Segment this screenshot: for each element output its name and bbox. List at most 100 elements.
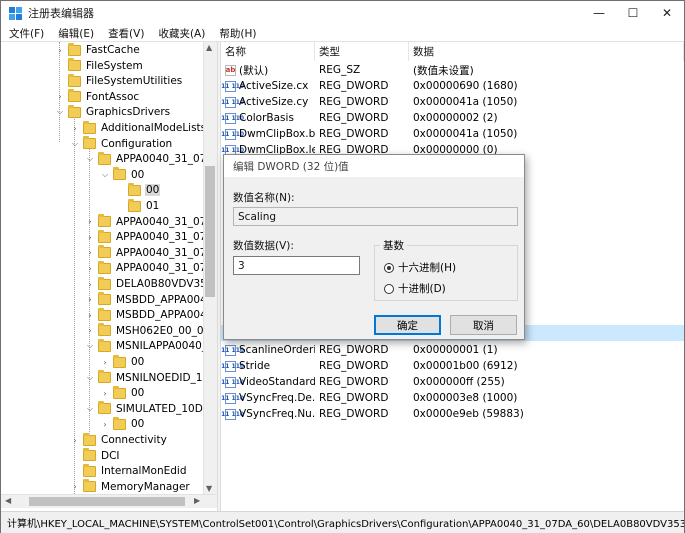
chevron-down-icon[interactable]: ⌵ (70, 138, 80, 150)
folder-icon (68, 73, 81, 87)
chevron-down-icon[interactable]: ⌵ (85, 340, 95, 352)
chevron-right-icon[interactable]: › (55, 44, 65, 56)
value-row[interactable]: 011 110VideoStandard REG_DWORD 0x000000ff … (221, 374, 684, 390)
folder-icon (83, 463, 96, 477)
value-row[interactable]: 011 110DwmClipBox.b... REG_DWORD 0x0000041… (221, 126, 684, 142)
ok-button[interactable]: 确定 (374, 315, 441, 335)
chevron-right-icon[interactable]: › (85, 262, 95, 274)
chevron-right-icon[interactable]: › (70, 481, 80, 493)
chevron-down-icon[interactable]: ⌵ (85, 372, 95, 384)
value-name-cell: 011 110VideoStandard (221, 376, 315, 388)
hex-radio[interactable]: 十六进制(H) (384, 260, 456, 275)
chevron-right-icon[interactable]: › (85, 325, 95, 337)
chevron-down-icon[interactable]: ⌵ (85, 153, 95, 165)
value-row[interactable]: ab (默认) REG_SZ (数值未设置) (221, 62, 684, 78)
scroll-down-icon[interactable]: ▼ (206, 484, 212, 493)
tree-node[interactable]: ⌵ 00 (100, 167, 145, 183)
value-data-field[interactable]: 3 (233, 256, 360, 275)
folder-icon (113, 167, 126, 181)
tree-node[interactable]: › MSBDD_APPA0040_ (85, 292, 217, 308)
tree-node-label: FileSystemUtilities (86, 75, 183, 88)
tree-node[interactable]: ⌵ SIMULATED_10DE_( (85, 401, 217, 417)
value-name-field[interactable]: Scaling (233, 207, 518, 226)
tree-node[interactable]: › DELA0B80VDV353V (85, 276, 217, 292)
tree-node[interactable]: FileSystemUtilities (55, 73, 183, 89)
tree-horizontal-scroll-thumb[interactable] (29, 497, 185, 506)
column-header-type[interactable]: 类型 (315, 42, 409, 61)
tree-node[interactable]: › AdditionalModeLists (70, 120, 207, 136)
value-row[interactable]: 011 110ActiveSize.cy REG_DWORD 0x0000041a … (221, 94, 684, 110)
tree-node[interactable]: › APPA0040_31_07DA (85, 260, 217, 276)
folder-icon (98, 245, 111, 259)
chevron-right-icon[interactable]: › (85, 309, 95, 321)
value-row[interactable]: 011 110VSyncFreq.Nu... REG_DWORD 0x0000e9e… (221, 406, 684, 422)
folder-icon (83, 479, 96, 493)
tree-node[interactable]: › APPA0040_31_07DA (85, 214, 217, 230)
tree-node[interactable]: ⌵ APPA0040_31_07DA (85, 151, 217, 167)
close-button[interactable]: ✕ (650, 1, 684, 25)
chevron-right-icon[interactable]: › (85, 231, 95, 243)
chevron-right-icon[interactable]: › (85, 278, 95, 290)
tree-node[interactable]: › Connectivity (70, 432, 168, 448)
maximize-button[interactable]: ☐ (616, 1, 650, 25)
tree-node[interactable]: InternalMonEdid (70, 463, 188, 479)
tree-node[interactable]: 00 (115, 182, 161, 198)
menu-help[interactable]: 帮助(H) (211, 26, 262, 41)
cancel-button[interactable]: 取消 (450, 315, 517, 335)
tree-node[interactable]: › APPA0040_31_07DA (85, 245, 217, 261)
chevron-right-icon[interactable]: › (100, 418, 110, 430)
value-row[interactable]: 011 110ActiveSize.cx REG_DWORD 0x00000690 … (221, 78, 684, 94)
tree-node[interactable]: › MSBDD_APPA0040_ (85, 307, 217, 323)
scroll-right-icon[interactable]: ▶ (194, 496, 200, 505)
chevron-right-icon[interactable]: › (55, 91, 65, 103)
registry-tree[interactable]: › FastCache FileSystem FileSystemUtilities ›… (1, 42, 217, 511)
tree-node[interactable]: › 00 (100, 354, 145, 370)
tree-node[interactable]: › 00 (100, 385, 145, 401)
chevron-right-icon[interactable]: › (70, 122, 80, 134)
tree-node[interactable]: 01 (115, 198, 160, 214)
tree-node[interactable]: ⌵ MSNILNOEDID_141 (85, 370, 217, 386)
scroll-left-icon[interactable]: ◀ (5, 496, 11, 505)
tree-vertical-scroll-thumb[interactable] (205, 166, 215, 297)
tree-node[interactable]: › MSH062E0_00_07DE (85, 323, 217, 339)
value-row[interactable]: 011 110ScanlineOrderi... REG_DWORD 0x00000… (221, 342, 684, 358)
chevron-right-icon[interactable]: › (100, 387, 110, 399)
value-row[interactable]: 011 110VSyncFreq.De... REG_DWORD 0x000003e… (221, 390, 684, 406)
tree-node[interactable]: ⌵ GraphicsDrivers (55, 104, 171, 120)
tree-node[interactable]: FileSystem (55, 58, 144, 74)
tree-node[interactable]: › FastCache (55, 42, 141, 58)
folder-icon (83, 432, 96, 446)
menu-edit[interactable]: 编辑(E) (50, 26, 100, 41)
edit-dword-dialog: 编辑 DWORD (32 位)值 数值名称(N): Scaling 数值数据(V… (223, 154, 525, 340)
tree-node[interactable]: DCI (70, 448, 121, 464)
dec-radio[interactable]: 十进制(D) (384, 281, 446, 296)
value-row[interactable]: 011 110ColorBasis REG_DWORD 0x00000002 (2) (221, 110, 684, 126)
tree-node[interactable]: › MemoryManager (70, 479, 191, 495)
chevron-down-icon[interactable]: ⌵ (85, 403, 95, 415)
folder-icon (113, 385, 126, 399)
chevron-right-icon[interactable]: › (85, 216, 95, 228)
folder-icon (68, 104, 81, 118)
chevron-down-icon[interactable]: ⌵ (55, 106, 65, 118)
value-name-cell: 011 110DwmClipBox.b... (221, 128, 315, 140)
menu-view[interactable]: 查看(V) (100, 26, 150, 41)
scroll-up-icon[interactable]: ▲ (206, 43, 212, 52)
dec-radio-indicator[interactable] (384, 283, 394, 294)
tree-node[interactable]: › FontAssoc (55, 89, 140, 105)
minimize-button[interactable]: — (582, 1, 616, 25)
chevron-right-icon[interactable]: › (85, 247, 95, 259)
column-header-name[interactable]: 名称 (221, 42, 315, 61)
tree-node[interactable]: › APPA0040_31_07DA (85, 229, 217, 245)
chevron-right-icon[interactable]: › (85, 294, 95, 306)
menu-favorites[interactable]: 收藏夹(A) (150, 26, 211, 41)
menu-file[interactable]: 文件(F) (1, 26, 50, 41)
chevron-down-icon[interactable]: ⌵ (100, 169, 110, 181)
chevron-right-icon[interactable]: › (100, 356, 110, 368)
tree-node[interactable]: ⌵ Configuration (70, 136, 173, 152)
column-header-data[interactable]: 数据 (409, 42, 684, 61)
value-row[interactable]: 011 110Stride REG_DWORD 0x00001b00 (6912) (221, 358, 684, 374)
hex-radio-indicator[interactable] (384, 262, 394, 273)
tree-node[interactable]: › 00 (100, 416, 145, 432)
chevron-right-icon[interactable]: › (70, 434, 80, 446)
tree-node[interactable]: ⌵ MSNILAPPA0040_31 (85, 338, 217, 354)
